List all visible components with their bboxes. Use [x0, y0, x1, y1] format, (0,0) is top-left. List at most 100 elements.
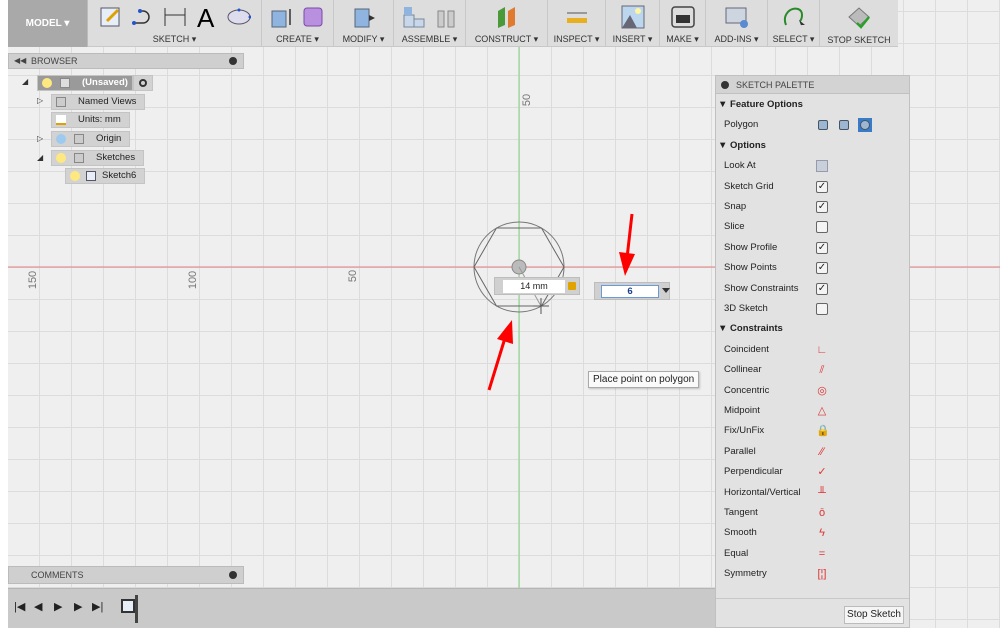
text-icon[interactable]: A — [195, 5, 219, 29]
midpoint-icon[interactable]: △ — [816, 405, 828, 417]
checkbox[interactable]: ✓ — [816, 282, 828, 295]
press-pull-icon[interactable] — [352, 5, 376, 29]
checkbox[interactable]: ✓ — [816, 201, 828, 213]
dimension-icon[interactable] — [163, 5, 187, 29]
form-icon[interactable] — [302, 5, 326, 29]
checkbox[interactable]: ✓ — [816, 262, 828, 275]
chevron-down-icon[interactable] — [662, 288, 670, 293]
smooth-icon[interactable]: ϟ — [816, 527, 828, 539]
section-constraints[interactable]: ▼ Constraints — [716, 319, 909, 339]
toolbar-group-add-ins[interactable]: ADD-INS ▾ — [706, 0, 768, 47]
option-slice[interactable]: Slice — [716, 217, 909, 237]
lightbulb-icon[interactable] — [42, 78, 52, 88]
checkbox[interactable]: ✓ — [816, 241, 828, 254]
select-menu-label[interactable]: SELECT ▾ — [768, 34, 819, 45]
edge-polygon-icon[interactable] — [858, 118, 872, 133]
toolbar-group-make[interactable]: MAKE ▾ — [660, 0, 706, 47]
concentric-icon[interactable]: ◎ — [816, 385, 828, 397]
go-to-start-icon[interactable]: |◀ — [14, 600, 25, 613]
tangent-icon[interactable]: ō — [816, 507, 828, 519]
browser-panel-header[interactable]: ◀◀ BROWSER — [8, 53, 244, 69]
constraint-fix-unfix[interactable]: Fix/UnFix 🔒 — [716, 421, 909, 441]
option-show-profile[interactable]: Show Profile ✓ — [716, 238, 909, 258]
collapse-icon[interactable] — [721, 81, 729, 89]
constraint-parallel[interactable]: Parallel ∕∕ — [716, 442, 909, 462]
perpendicular-icon[interactable]: ✓ — [816, 466, 828, 478]
browser-node-sketch6[interactable]: Sketch6 — [65, 168, 146, 184]
option-show-constraints[interactable]: Show Constraints ✓ — [716, 279, 909, 299]
polygon-type-row[interactable]: Polygon — [716, 115, 909, 135]
toolbar-group-construct[interactable]: CONSTRUCT ▾ — [466, 0, 548, 47]
timeline-sketch-feature-icon[interactable] — [121, 599, 135, 613]
option-look-at[interactable]: Look At — [716, 156, 909, 176]
sides-input[interactable]: 6 — [601, 285, 659, 298]
option-show-points[interactable]: Show Points ✓ — [716, 258, 909, 278]
checkbox[interactable] — [816, 221, 828, 234]
extrude-icon[interactable] — [270, 5, 294, 29]
insert-image-icon[interactable] — [621, 5, 645, 29]
browser-node-root[interactable]: (Unsaved) — [37, 75, 133, 91]
insert-menu-label[interactable]: INSERT ▾ — [606, 34, 659, 45]
comments-panel-header[interactable]: COMMENTS — [8, 566, 244, 584]
constraint-collinear[interactable]: Collinear ⫽ — [716, 360, 909, 380]
constraint-tangent[interactable]: Tangent ō — [716, 503, 909, 523]
collapse-icon[interactable]: ◀◀ — [14, 54, 26, 68]
dimension-input[interactable]: 14 mm — [503, 280, 565, 293]
inscribed-polygon-icon[interactable] — [837, 118, 851, 132]
new-component-icon[interactable] — [402, 5, 426, 29]
circumscribed-polygon-icon[interactable] — [816, 118, 830, 132]
toolbar-group-select[interactable]: SELECT ▾ — [768, 0, 820, 47]
expand-triangle-icon[interactable]: ▷ — [37, 96, 43, 105]
toolbar-group-modify[interactable]: MODIFY ▾ — [334, 0, 394, 47]
parallel-icon[interactable]: ∕∕ — [816, 446, 828, 458]
expand-triangle-icon[interactable]: ▷ — [37, 134, 43, 143]
checkbox[interactable]: ✓ — [816, 180, 828, 193]
expand-icon[interactable] — [229, 571, 237, 579]
constraint-midpoint[interactable]: Midpoint △ — [716, 401, 909, 421]
constraint-smooth[interactable]: Smooth ϟ — [716, 523, 909, 543]
option-3d-sketch[interactable]: 3D Sketch — [716, 299, 909, 319]
sketch-menu-label[interactable]: SKETCH ▾ — [88, 34, 261, 45]
offset-plane-icon[interactable] — [495, 5, 519, 29]
option-sketch-grid[interactable]: Sketch Grid ✓ — [716, 177, 909, 197]
section-options[interactable]: ▼ Options — [716, 136, 909, 156]
stop-sketch-button[interactable]: Stop Sketch — [844, 606, 904, 624]
lock-icon[interactable]: 🔒 — [816, 425, 830, 437]
step-forward-icon[interactable]: ▶ — [74, 600, 82, 613]
lightbulb-icon[interactable] — [56, 134, 66, 144]
browser-node-sketches[interactable]: Sketches — [51, 150, 145, 166]
constraint-coincident[interactable]: Coincident ∟ — [716, 340, 909, 360]
look-at-icon[interactable] — [816, 160, 828, 173]
browser-node-named-views[interactable]: Named Views — [51, 94, 146, 110]
constraint-symmetry[interactable]: Symmetry [¦] — [716, 564, 909, 584]
collinear-icon[interactable]: ⫽ — [816, 364, 828, 376]
play-icon[interactable]: ▶ — [54, 600, 62, 613]
stop-sketch-toolbar-button[interactable]: STOP SKETCH — [820, 0, 898, 47]
go-to-end-icon[interactable]: ▶| — [92, 600, 103, 613]
add-ins-menu-label[interactable]: ADD-INS ▾ — [706, 34, 767, 45]
joint-icon[interactable] — [434, 5, 458, 29]
expand-triangle-icon[interactable]: ◢ — [37, 153, 43, 162]
spline-icon[interactable] — [131, 5, 155, 29]
create-sketch-icon[interactable] — [99, 5, 123, 29]
create-menu-label[interactable]: CREATE ▾ — [262, 34, 333, 45]
browser-node-units[interactable]: Units: mm — [51, 112, 130, 128]
scripts-icon[interactable] — [725, 5, 749, 29]
construct-menu-label[interactable]: CONSTRUCT ▾ — [466, 34, 547, 45]
stop-sketch-label[interactable]: STOP SKETCH — [820, 35, 898, 45]
timeline-marker[interactable] — [135, 595, 138, 623]
sketch-palette-header[interactable]: SKETCH PALETTE — [716, 76, 909, 94]
toolbar-group-inspect[interactable]: INSPECT ▾ — [548, 0, 606, 47]
activate-radio[interactable] — [133, 75, 153, 91]
constraint-concentric[interactable]: Concentric ◎ — [716, 381, 909, 401]
expand-triangle-icon[interactable]: ◢ — [22, 77, 28, 86]
toolbar-group-create[interactable]: CREATE ▾ — [262, 0, 334, 47]
modify-menu-label[interactable]: MODIFY ▾ — [334, 34, 393, 45]
assemble-menu-label[interactable]: ASSEMBLE ▾ — [394, 34, 465, 45]
coincident-icon[interactable]: ∟ — [816, 344, 828, 356]
toolbar-group-insert[interactable]: INSERT ▾ — [606, 0, 660, 47]
constraint-perpendicular[interactable]: Perpendicular ✓ — [716, 462, 909, 482]
option-snap[interactable]: Snap ✓ — [716, 197, 909, 217]
inspect-menu-label[interactable]: INSPECT ▾ — [548, 34, 605, 45]
step-back-icon[interactable]: ◀ — [34, 600, 42, 613]
